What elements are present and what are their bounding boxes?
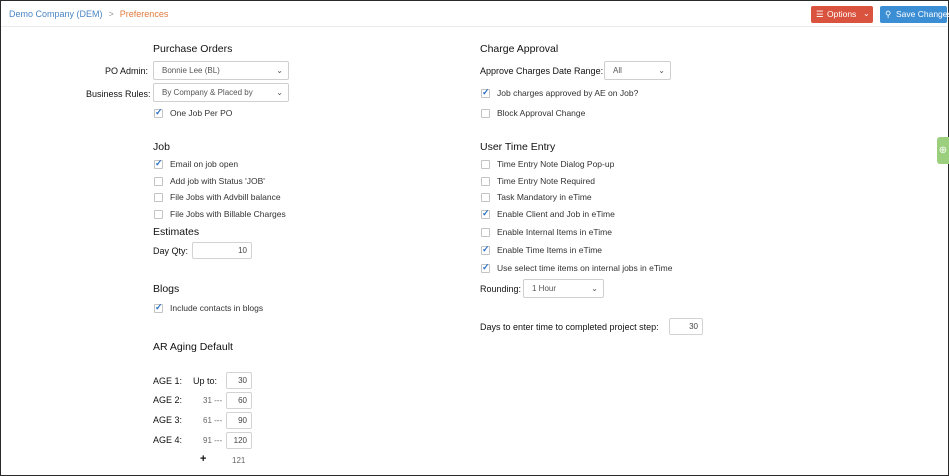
select-time-items-internal-label: Use select time items on internal jobs i… — [497, 263, 673, 273]
po-admin-select[interactable]: Bonnie Lee (BL) ⌄ — [153, 61, 289, 80]
time-entry-note-required-label: Time Entry Note Required — [497, 176, 595, 186]
checkbox-box[interactable] — [481, 160, 490, 169]
time-entry-note-popup-label: Time Entry Note Dialog Pop-up — [497, 159, 615, 169]
enable-client-job-label: Enable Client and Job in eTime — [497, 209, 615, 219]
day-qty-input[interactable]: 10 — [192, 242, 252, 259]
breadcrumb-company-link[interactable]: Demo Company (DEM) — [9, 9, 103, 19]
business-rules-select[interactable]: By Company & Placed by ⌄ — [153, 83, 289, 102]
date-range-value: All — [613, 66, 622, 75]
checkbox-box[interactable]: ✓ — [154, 158, 163, 169]
breadcrumb: Demo Company (DEM) > Preferences — [9, 9, 168, 19]
checkbox-box[interactable] — [481, 193, 490, 202]
breadcrumb-separator: > — [108, 9, 114, 19]
plus-circle-icon: ⊕ — [938, 145, 948, 156]
date-range-select[interactable]: All ⌄ — [604, 61, 671, 80]
chevron-down-icon: ⌄ — [276, 66, 283, 75]
one-job-per-po-label: One Job Per PO — [170, 108, 233, 118]
age-plus-label: + — [200, 453, 207, 465]
days-to-enter-input[interactable]: 30 — [669, 318, 703, 335]
side-panel-toggle[interactable]: ⊕ — [937, 137, 949, 164]
age-4-label: AGE 4: — [153, 435, 183, 445]
age-4-to-input[interactable]: 120 — [226, 432, 252, 449]
file-jobs-advbill-label: File Jobs with Advbill balance — [170, 192, 281, 202]
date-range-label: Approve Charges Date Range: — [480, 66, 604, 76]
checkbox-box[interactable]: ✓ — [481, 87, 490, 98]
checkbox-box[interactable] — [481, 177, 490, 186]
age-2-to-input[interactable]: 60 — [226, 392, 252, 409]
options-button[interactable]: ☰ Options ⌄ — [811, 6, 873, 23]
job-charges-approved-label: Job charges approved by AE on Job? — [497, 88, 639, 98]
age-plus-value: 121 — [232, 456, 246, 465]
ar-aging-title: AR Aging Default — [153, 341, 233, 353]
checkmark-icon: ✓ — [155, 158, 163, 168]
save-changes-button[interactable]: ⚲ Save Changes — [880, 6, 949, 23]
checkmark-icon: ✓ — [155, 107, 163, 117]
day-qty-label: Day Qty: — [153, 246, 189, 256]
rounding-select[interactable]: 1 Hour ⌄ — [523, 279, 604, 298]
rounding-value: 1 Hour — [532, 284, 557, 293]
age-2-from: 31 --- — [203, 396, 223, 405]
business-rules-value: By Company & Placed by — [162, 88, 253, 97]
email-on-job-open-label: Email on job open — [170, 159, 239, 169]
checkmark-icon: ✓ — [155, 302, 163, 312]
checkmark-icon: ✓ — [482, 244, 490, 254]
checkbox-box[interactable]: ✓ — [481, 208, 490, 219]
purchase-orders-title: Purchase Orders — [153, 43, 233, 55]
enable-internal-items-label: Enable Internal Items in eTime — [497, 227, 612, 237]
search-icon: ⚲ — [885, 9, 892, 19]
chevron-down-icon: ⌄ — [658, 66, 665, 75]
checkbox-box[interactable] — [154, 193, 163, 202]
checkbox-box[interactable]: ✓ — [481, 262, 490, 273]
age-3-from: 61 --- — [203, 416, 223, 425]
checkbox-box[interactable]: ✓ — [154, 302, 163, 313]
enable-time-items-label: Enable Time Items in eTime — [497, 245, 603, 255]
add-job-status-job-label: Add job with Status 'JOB' — [170, 176, 265, 186]
charge-approval-title: Charge Approval — [480, 43, 559, 55]
chevron-down-icon: ⌄ — [863, 9, 870, 18]
block-approval-change-label: Block Approval Change — [497, 108, 586, 118]
checkmark-icon: ✓ — [482, 262, 490, 272]
rounding-label: Rounding: — [480, 284, 522, 294]
include-contacts-label: Include contacts in blogs — [170, 303, 264, 313]
po-admin-value: Bonnie Lee (BL) — [162, 66, 220, 75]
age-4-from: 91 --- — [203, 436, 223, 445]
job-title: Job — [153, 141, 170, 153]
business-rules-label: Business Rules: — [86, 89, 151, 99]
list-icon: ☰ — [816, 9, 824, 19]
chevron-down-icon: ⌄ — [276, 88, 283, 97]
age-1-up-to-label: Up to: — [193, 376, 218, 386]
age-1-to-input[interactable]: 30 — [226, 372, 252, 389]
checkmark-icon: ✓ — [482, 208, 490, 218]
age-3-label: AGE 3: — [153, 415, 183, 425]
save-changes-label: Save Changes — [896, 9, 949, 19]
file-jobs-billable-label: File Jobs with Billable Charges — [170, 209, 286, 219]
checkbox-box[interactable] — [481, 228, 490, 237]
task-mandatory-label: Task Mandatory in eTime — [497, 192, 592, 202]
top-bar: Demo Company (DEM) > Preferences ☰ Options… — [1, 1, 949, 27]
checkbox-box[interactable]: ✓ — [154, 107, 163, 118]
age-3-to-input[interactable]: 90 — [226, 412, 252, 429]
estimates-title: Estimates — [153, 226, 200, 238]
age-2-label: AGE 2: — [153, 395, 183, 405]
age-1-label: AGE 1: — [153, 376, 183, 386]
checkbox-box[interactable] — [154, 177, 163, 186]
checkbox-box[interactable] — [481, 109, 490, 118]
checkbox-box[interactable]: ✓ — [481, 244, 490, 255]
checkmark-icon: ✓ — [482, 87, 490, 97]
days-to-enter-label: Days to enter time to completed project … — [480, 322, 659, 332]
po-admin-label: PO Admin: — [105, 66, 149, 76]
chevron-down-icon: ⌄ — [591, 284, 598, 293]
options-button-label: Options — [827, 9, 857, 19]
blogs-title: Blogs — [153, 283, 180, 295]
user-time-entry-title: User Time Entry — [480, 141, 556, 153]
breadcrumb-current: Preferences — [119, 9, 169, 19]
checkbox-box[interactable] — [154, 210, 163, 219]
